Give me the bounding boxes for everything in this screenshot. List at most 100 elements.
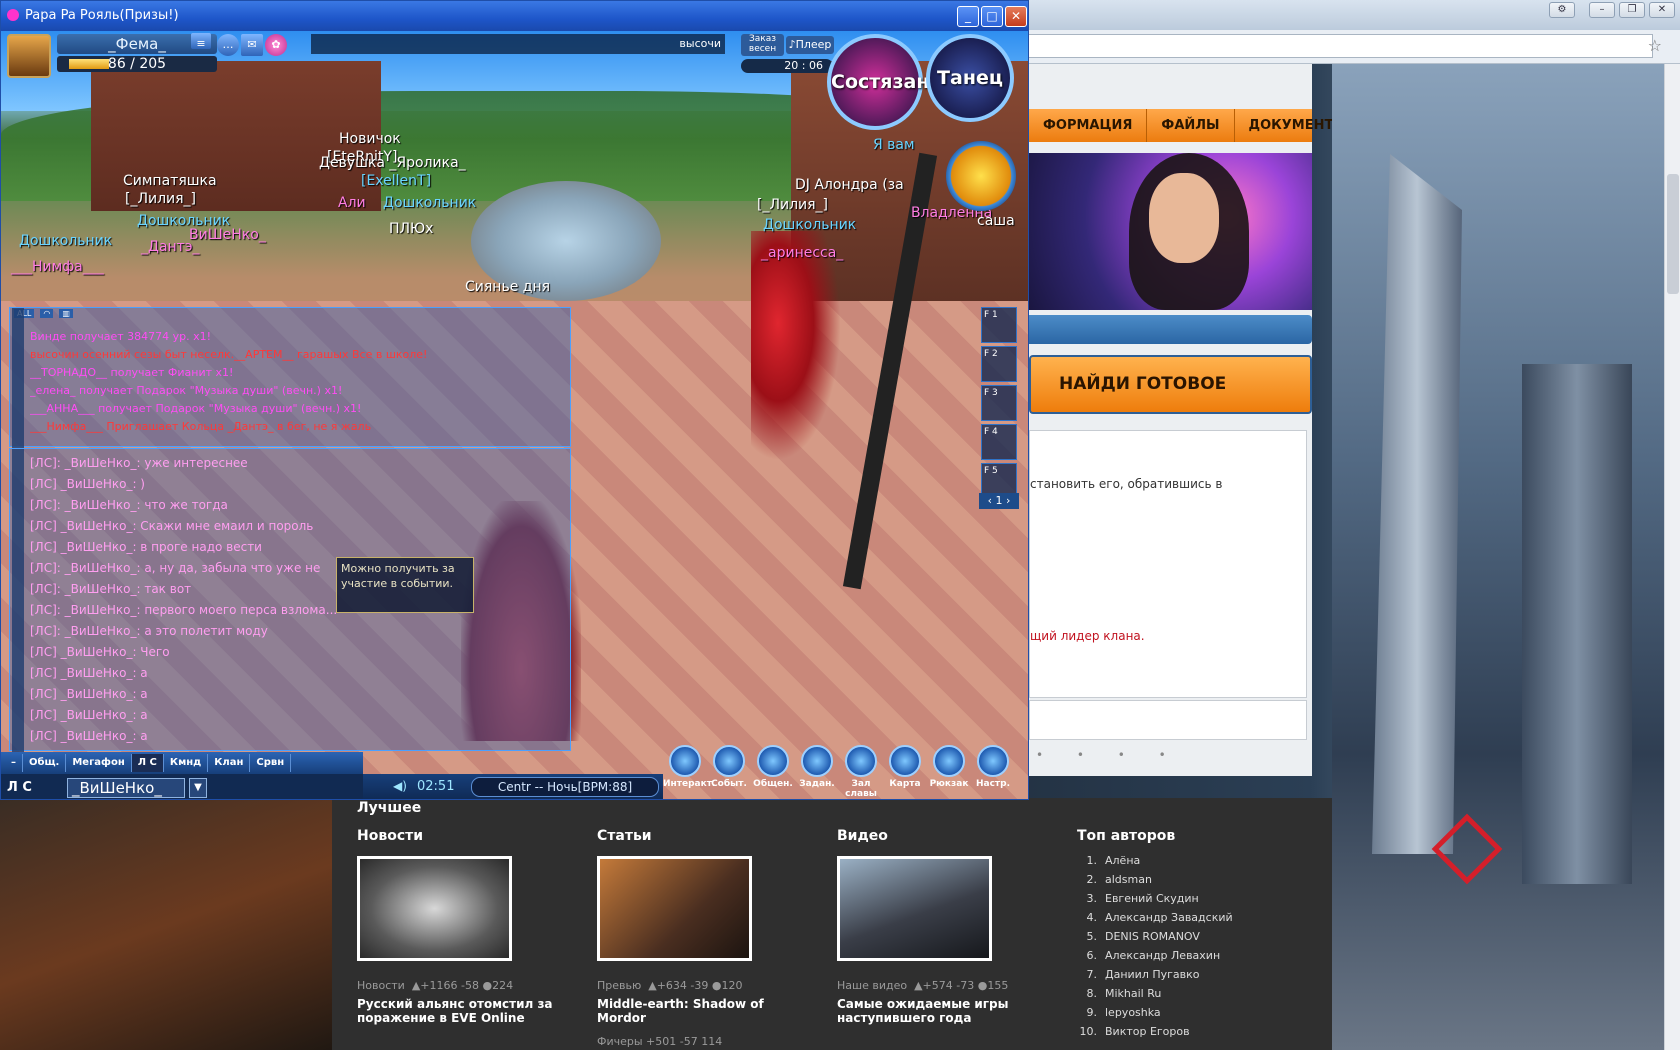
top-author-item[interactable]: 10. Виктор Егоров (1077, 1025, 1317, 1044)
game-close-button[interactable]: ✕ (1005, 6, 1027, 27)
scrollbar-thumb[interactable] (1667, 174, 1679, 294)
game-maximize-button[interactable]: □ (981, 6, 1003, 27)
character-name-label[interactable]: Я вам (873, 137, 915, 153)
browser-close-button[interactable]: ✕ (1649, 2, 1675, 18)
speaker-icon[interactable]: ◀) (393, 779, 407, 793)
mail-icon[interactable]: ✉ (241, 34, 263, 56)
private-chat-line: [ЛС]: _ВиШеНко_: а это полетит моду (30, 624, 268, 638)
dance-button[interactable]: Танец (926, 34, 1014, 122)
video-thumbnail[interactable] (837, 856, 992, 961)
character-name-label[interactable]: Симпатяшка (123, 173, 217, 189)
site-banner-image[interactable] (1029, 153, 1312, 310)
tab-megaphone[interactable]: Мегафон (66, 754, 132, 772)
article-title[interactable]: Middle-earth: Shadow of Mordor (597, 997, 802, 1025)
find-solution-button[interactable]: НАЙДИ ГОТОВОЕ РЕШЕНИЕ (1029, 355, 1312, 449)
hotkey-slot-3[interactable]: F 3 (981, 385, 1017, 421)
crown-event-icon[interactable] (946, 141, 1016, 211)
character-name-label[interactable]: [_Лилия_] (757, 197, 828, 213)
menu-social-button[interactable]: Общен. (751, 741, 795, 799)
chat-recipient-field[interactable]: _ВиШеНко_ (67, 778, 185, 798)
top-author-item[interactable]: 8. Mikhail Ru (1077, 987, 1317, 1006)
system-chat-panel[interactable]: ALL ◠ ▥ Винде получает 384774 ур. x1! высоч… (9, 307, 571, 448)
menu-interact-button[interactable]: Интеракт. (663, 741, 715, 799)
top-author-item[interactable]: 9. lepyoshka (1077, 1006, 1317, 1025)
chat-filter-icon[interactable]: ◠ (40, 309, 54, 318)
column-heading[interactable]: Видео (837, 828, 1057, 844)
menu-hall-of-fame-button[interactable]: Зал славы (839, 741, 883, 799)
private-chat-panel[interactable]: [ЛС]: _ВиШеНко_: уже интереснее [ЛС] _ВиШ… (9, 448, 571, 752)
character-name-label[interactable]: ___Нимфа___ (11, 259, 104, 275)
private-chat-scrollbar[interactable] (12, 449, 24, 752)
tab-private[interactable]: Л С (131, 754, 164, 772)
menu-tasks-button[interactable]: Задан. (795, 741, 839, 799)
character-name-label[interactable]: Девушка _Яролика_ (319, 155, 466, 171)
pagination-dots[interactable]: • • • • (1036, 748, 1181, 762)
character-name-label[interactable]: Сиянье дня (465, 279, 550, 295)
column-heading[interactable]: Новости (357, 828, 577, 844)
game-minimize-button[interactable]: _ (957, 6, 979, 27)
column-heading[interactable]: Статьи (597, 828, 817, 844)
hotkey-page-switcher[interactable]: ‹ 1 › (979, 493, 1019, 509)
top-author-item[interactable]: 7. Даниил Пугавко (1077, 968, 1317, 987)
character-name-label[interactable]: [ExellenT] (361, 173, 431, 189)
top-author-item[interactable]: 2. aldsman (1077, 873, 1317, 892)
character-name-label[interactable]: _аринесса_ (761, 245, 843, 261)
article-title[interactable]: Русский альянс отомстил за поражение в E… (357, 997, 562, 1025)
minimize-chat-icon[interactable]: – (5, 754, 23, 772)
tab-general[interactable]: Общ. (23, 754, 67, 772)
site-nav-files[interactable]: ФАЙЛЫ (1147, 109, 1235, 142)
character-name-label[interactable]: саша (977, 213, 1015, 229)
hotkey-slot-2[interactable]: F 2 (981, 346, 1017, 382)
character-name-label[interactable]: DJ Алондра (за (795, 177, 904, 193)
browser-restore-button[interactable]: ❐ (1619, 2, 1645, 18)
content-text-line: становить его, обратившись в (1030, 477, 1223, 491)
hotkey-slot-4[interactable]: F 4 (981, 424, 1017, 460)
system-chat-scrollbar[interactable] (12, 308, 24, 448)
top-author-item[interactable]: 5. DENIS ROMANOV (1077, 930, 1317, 949)
player-character[interactable] (751, 231, 841, 461)
character-name-label[interactable]: ПЛЮх (389, 221, 433, 237)
menu-events-button[interactable]: Событ. (707, 741, 751, 799)
article-thumbnail[interactable] (357, 856, 512, 961)
character-name-label[interactable]: [_Лилия_] (125, 191, 196, 207)
browser-minimize-button[interactable]: – (1589, 2, 1615, 18)
menu-map-button[interactable]: Карта (883, 741, 927, 799)
character-name-label[interactable]: Дошкольник (19, 233, 112, 249)
address-bar[interactable] (1029, 34, 1653, 58)
character-name-label[interactable]: Новичок (339, 131, 401, 147)
character-name-label[interactable]: Али (338, 195, 366, 211)
chat-mode-label[interactable]: Л С (7, 779, 59, 797)
article-title[interactable]: Самые ожидаемые игры наступившего года (837, 997, 1042, 1025)
player-avatar[interactable] (7, 34, 51, 78)
order-song-button[interactable]: Заказ весен (741, 34, 784, 56)
player-button-label: Плеер (795, 38, 832, 51)
tab-clan[interactable]: Клан (208, 754, 251, 772)
tab-team[interactable]: Кмнд (164, 754, 209, 772)
character-name-label[interactable]: Дошкольник (383, 195, 476, 211)
vote-icon: ▲ (914, 979, 923, 992)
browser-scrollbar[interactable] (1664, 64, 1680, 1050)
character-name-label[interactable]: ВиШеНко_ (189, 227, 266, 243)
character-name-label[interactable]: Дошкольник (763, 217, 856, 233)
tab-server[interactable]: Срвн (250, 754, 292, 772)
browser-settings-button[interactable]: ⚙ (1549, 2, 1575, 18)
profile-card-icon[interactable]: ≡ (191, 33, 211, 50)
chevron-down-icon[interactable]: ▼ (189, 778, 207, 798)
top-author-item[interactable]: 3. Евгений Скудин (1077, 892, 1317, 911)
top-author-item[interactable]: 4. Александр Завадский (1077, 911, 1317, 930)
character-name-label[interactable]: _Дантэ_ (141, 239, 200, 255)
hotkey-slot-1[interactable]: F 1 (981, 307, 1017, 343)
gift-icon[interactable]: ✿ (265, 34, 287, 56)
chat-filter-icon[interactable]: ▥ (59, 309, 73, 318)
menu-settings-button[interactable]: Настр. (971, 741, 1015, 799)
article-thumbnail[interactable] (597, 856, 752, 961)
menu-backpack-button[interactable]: Рюкзак (927, 741, 971, 799)
article-meta: Новости ▲+1166 -58 ●224 (357, 979, 514, 992)
bookmark-star-icon[interactable]: ☆ (1648, 36, 1662, 55)
player-button[interactable]: ♪Плеер (786, 36, 834, 54)
chat-bubble-icon[interactable]: … (217, 34, 239, 56)
compete-button[interactable]: Состязание (827, 34, 956, 130)
site-nav-info[interactable]: ФОРМАЦИЯ (1029, 109, 1148, 142)
top-author-item[interactable]: 1. Алёна (1077, 854, 1317, 873)
top-author-item[interactable]: 6. Александр Левахин (1077, 949, 1317, 968)
